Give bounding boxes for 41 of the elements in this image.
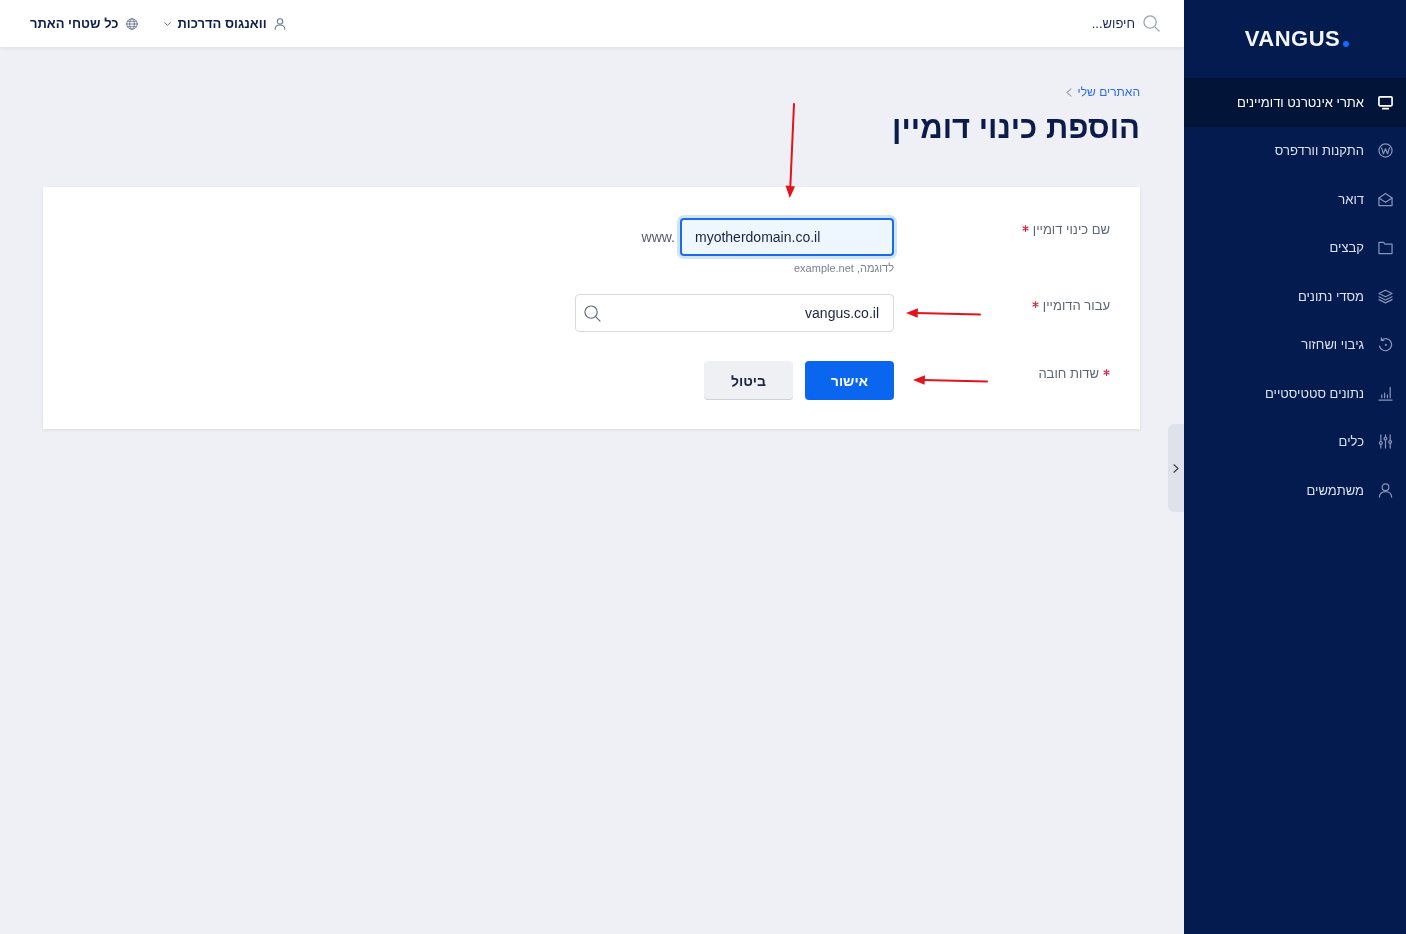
envelope-icon bbox=[1378, 191, 1393, 207]
confirm-button[interactable]: אישור bbox=[805, 361, 894, 400]
sidebar-item[interactable]: קבצים bbox=[1184, 223, 1406, 272]
layers-icon bbox=[1378, 288, 1393, 304]
collapse-handle[interactable] bbox=[1168, 424, 1184, 512]
sidebar-item[interactable]: משתמשים bbox=[1184, 466, 1406, 515]
site-selector[interactable]: כל שטחי האתר bbox=[30, 16, 138, 31]
page-title: הוספת כינוי דומיין bbox=[891, 109, 1140, 147]
search-icon bbox=[584, 304, 601, 322]
globe-icon bbox=[125, 17, 138, 30]
sidebar-item[interactable]: כלים bbox=[1184, 417, 1406, 466]
sliders-icon bbox=[1378, 434, 1393, 450]
field-label: שם כינוי דומיין bbox=[1032, 222, 1110, 238]
hint-text: לדוגמה, example.net bbox=[794, 262, 894, 275]
cancel-button[interactable]: ביטול bbox=[704, 361, 793, 400]
dot-icon bbox=[1343, 40, 1350, 47]
sidebar-item[interactable]: אתרי אינטרנט ודומיינים bbox=[1184, 78, 1406, 127]
bar-chart-icon bbox=[1378, 385, 1393, 401]
user-icon bbox=[273, 17, 286, 30]
chevron-icon bbox=[1173, 463, 1179, 473]
search-icon bbox=[1143, 15, 1160, 32]
sidebar-item[interactable]: דואר bbox=[1184, 175, 1406, 224]
sidebar-item[interactable]: התקנות וורדפרס bbox=[1184, 126, 1406, 175]
user-icon bbox=[1378, 482, 1393, 498]
caret-icon bbox=[163, 21, 171, 26]
sidebar-item[interactable]: מסדי נתונים bbox=[1184, 272, 1406, 321]
monitor-icon bbox=[1378, 94, 1393, 110]
circle-w-icon bbox=[1378, 143, 1393, 159]
prefix-text: www. bbox=[641, 229, 675, 245]
chevron-icon bbox=[1065, 87, 1072, 97]
search-field[interactable]: חיפוש... bbox=[1083, 16, 1135, 31]
user-menu[interactable]: וואנגוס הדרכות bbox=[163, 16, 286, 31]
sidebar-item[interactable]: גיבוי ושחזור bbox=[1184, 320, 1406, 369]
folder-icon bbox=[1378, 240, 1393, 256]
required-asterisk-icon bbox=[1103, 368, 1110, 376]
required-note: שדות חובה bbox=[1038, 366, 1099, 382]
breadcrumb-link[interactable]: האתרים שלי bbox=[1077, 85, 1140, 99]
field-label: עבור הדומיין bbox=[1042, 298, 1110, 314]
sidebar-item[interactable]: נתונים סטטיסטיים bbox=[1184, 369, 1406, 418]
logo: VANGUS bbox=[1244, 28, 1341, 50]
circular-arrow-icon bbox=[1378, 337, 1393, 353]
